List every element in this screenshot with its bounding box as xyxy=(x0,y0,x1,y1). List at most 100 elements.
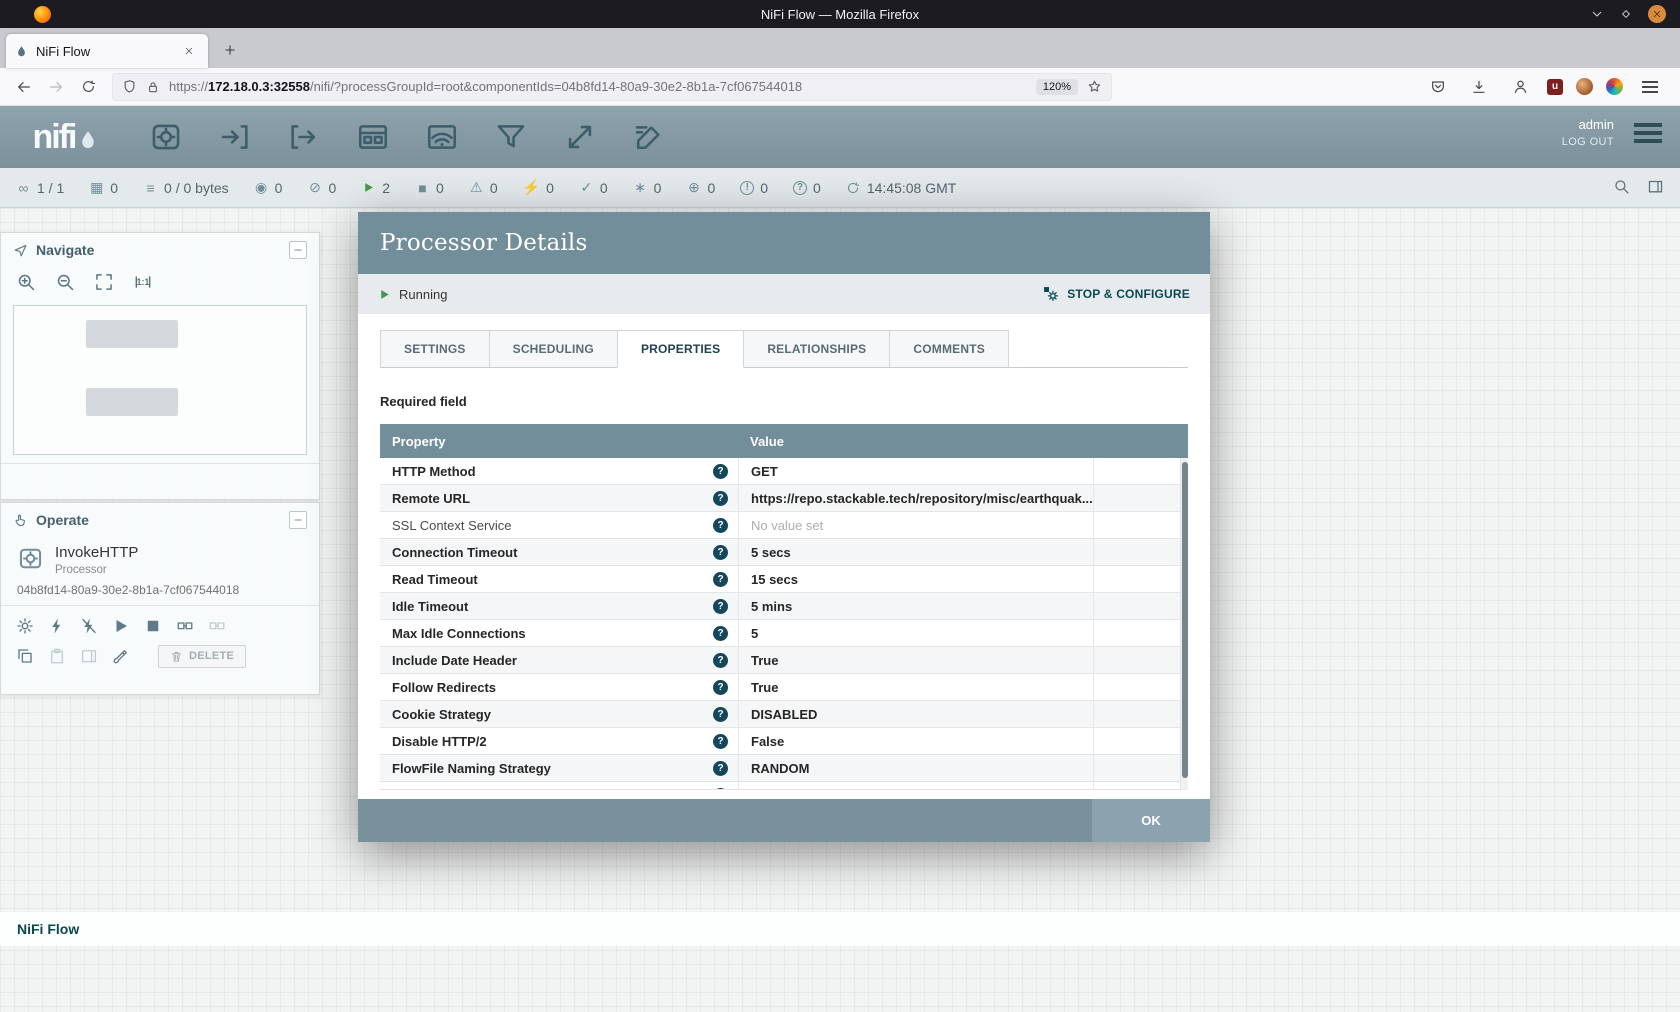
tab-comments[interactable]: COMMENTS xyxy=(889,330,1009,368)
property-help-icon[interactable]: ? xyxy=(713,626,728,641)
zoom-indicator[interactable]: 120% xyxy=(1036,79,1078,95)
property-help-icon[interactable]: ? xyxy=(713,788,728,791)
paste-button[interactable] xyxy=(48,644,66,668)
tab-properties[interactable]: PROPERTIES xyxy=(617,330,744,368)
pinwheel-extension-icon[interactable] xyxy=(1606,78,1623,95)
output-port-tool-icon[interactable] xyxy=(284,117,324,157)
save-template-button[interactable] xyxy=(176,614,194,638)
property-help-icon[interactable]: ? xyxy=(713,653,728,668)
new-tab-button[interactable] xyxy=(214,34,246,66)
remote-process-group-tool-icon[interactable] xyxy=(422,117,462,157)
reload-button[interactable] xyxy=(74,73,102,101)
stop-button[interactable] xyxy=(144,614,162,638)
property-help-icon[interactable]: ? xyxy=(713,518,728,533)
property-value: RANDOM xyxy=(738,755,1093,781)
delete-button[interactable]: DELETE xyxy=(158,645,246,668)
ublock-extension-icon[interactable]: u xyxy=(1547,79,1563,95)
label-tool-icon[interactable] xyxy=(629,117,669,157)
back-button[interactable] xyxy=(10,73,38,101)
navigate-title: Navigate xyxy=(36,242,94,258)
status-item: ⊘0 xyxy=(307,179,336,196)
property-help-icon[interactable]: ? xyxy=(713,707,728,722)
bookmark-star-icon[interactable] xyxy=(1087,79,1102,94)
input-port-tool-icon[interactable] xyxy=(215,117,255,157)
status-value: 0 xyxy=(328,180,336,196)
ok-button[interactable]: OK xyxy=(1092,799,1210,842)
property-help-icon[interactable]: ? xyxy=(713,464,728,479)
disable-button[interactable] xyxy=(80,614,98,638)
breadcrumb-root[interactable]: NiFi Flow xyxy=(17,921,79,937)
stop-and-configure-button[interactable]: STOP & CONFIGURE xyxy=(1043,286,1190,303)
property-value: No value set xyxy=(738,512,1093,538)
birdseye-minimap[interactable] xyxy=(13,305,307,455)
property-name: Remote URL xyxy=(392,491,470,506)
window-title: NiFi Flow — Mozilla Firefox xyxy=(761,7,919,22)
tab-relationships[interactable]: RELATIONSHIPS xyxy=(743,330,890,368)
operate-title: Operate xyxy=(36,512,89,528)
fill-color-button[interactable] xyxy=(112,644,130,668)
property-help-icon[interactable]: ? xyxy=(713,734,728,749)
queue-icon: ≡ xyxy=(143,180,158,196)
status-item: ⚡0 xyxy=(523,179,554,196)
tab-close-icon[interactable] xyxy=(179,41,199,61)
zoom-actual-icon[interactable]: 1:1 xyxy=(133,272,153,292)
current-user: admin xyxy=(1562,117,1614,132)
process-group-tool-icon[interactable] xyxy=(353,117,393,157)
lock-icon[interactable] xyxy=(146,80,160,94)
search-icon[interactable] xyxy=(1613,178,1630,198)
scrollbar-thumb[interactable] xyxy=(1182,462,1188,778)
window-close-icon[interactable] xyxy=(1648,5,1666,23)
property-help-icon[interactable]: ? xyxy=(713,572,728,587)
enable-button[interactable] xyxy=(48,614,66,638)
collapse-navigate-icon[interactable] xyxy=(289,241,307,259)
panel-toggle-icon[interactable] xyxy=(1647,178,1664,198)
flow-canvas[interactable]: Navigate 1:1 Operate xyxy=(0,208,1680,1012)
window-maximize-icon[interactable] xyxy=(1620,8,1632,20)
tab-settings[interactable]: SETTINGS xyxy=(380,330,490,368)
tracking-protection-shield-icon[interactable] xyxy=(122,79,137,94)
status-value: 0 xyxy=(760,180,768,196)
property-name: Max Idle Connections xyxy=(392,626,526,641)
processor-tool-icon[interactable] xyxy=(146,117,186,157)
property-help-icon[interactable]: ? xyxy=(713,761,728,776)
copy-button[interactable] xyxy=(16,644,34,668)
window-minimize-icon[interactable] xyxy=(1590,7,1604,21)
start-button[interactable] xyxy=(112,614,130,638)
status-item: ▦0 xyxy=(89,179,118,196)
browser-tab[interactable]: NiFi Flow xyxy=(6,34,208,68)
zoom-fit-icon[interactable] xyxy=(94,272,114,292)
property-row: Disable HTTP/2?False xyxy=(380,728,1188,755)
funnel-tool-icon[interactable] xyxy=(491,117,531,157)
downloads-icon[interactable] xyxy=(1465,73,1493,101)
collapse-operate-icon[interactable] xyxy=(289,511,307,529)
url-bar[interactable]: https://172.18.0.3:32558/nifi/?processGr… xyxy=(112,73,1112,101)
account-icon[interactable] xyxy=(1506,73,1534,101)
status-item: ◉0 xyxy=(254,179,283,196)
url-host: 172.18.0.3:32558 xyxy=(208,79,310,94)
property-help-icon[interactable]: ? xyxy=(713,680,728,695)
selected-component-name: InvokeHTTP xyxy=(55,544,138,561)
not-transmitting-icon: ⊘ xyxy=(307,179,322,196)
refresh-icon[interactable] xyxy=(846,181,861,195)
property-help-icon[interactable]: ? xyxy=(713,491,728,506)
menu-icon[interactable] xyxy=(1636,73,1664,101)
monkey-extension-icon[interactable] xyxy=(1576,78,1593,95)
logout-link[interactable]: LOG OUT xyxy=(1562,136,1614,148)
table-scrollbar[interactable] xyxy=(1180,458,1188,790)
global-menu-icon[interactable] xyxy=(1634,123,1662,143)
property-help-icon[interactable]: ? xyxy=(713,599,728,614)
upload-template-button[interactable] xyxy=(208,614,226,638)
property-help-icon[interactable]: ? xyxy=(713,545,728,560)
nifi-header: nifi admin LOG OUT xyxy=(0,106,1680,168)
pocket-icon[interactable] xyxy=(1424,73,1452,101)
zoom-out-icon[interactable] xyxy=(55,272,75,292)
property-row: ? xyxy=(380,782,1188,790)
template-tool-icon[interactable] xyxy=(560,117,600,157)
group-button[interactable] xyxy=(80,644,98,668)
configure-button[interactable] xyxy=(16,614,34,638)
zoom-in-icon[interactable] xyxy=(16,272,36,292)
last-refreshed-time: 14:45:08 GMT xyxy=(867,180,957,196)
tab-scheduling[interactable]: SCHEDULING xyxy=(489,330,618,368)
nifi-favicon xyxy=(15,45,28,58)
forward-button[interactable] xyxy=(42,73,70,101)
